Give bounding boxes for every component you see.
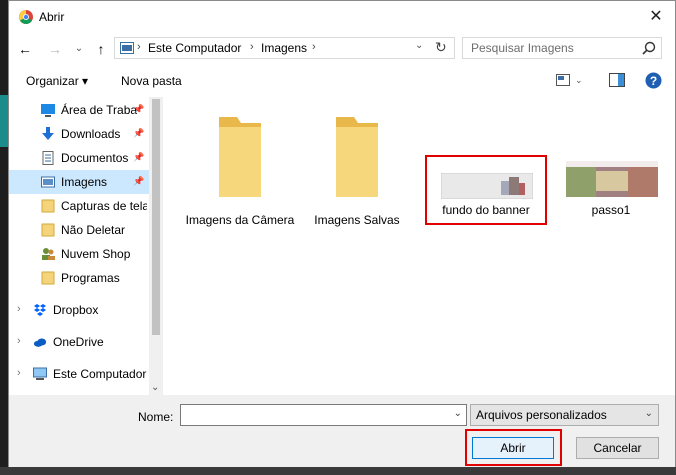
- dropbox-icon: [34, 304, 46, 316]
- preview-pane-icon[interactable]: [609, 73, 625, 87]
- pictures-location-icon: [120, 42, 134, 54]
- refresh-button[interactable]: ↻: [435, 39, 447, 56]
- recent-locations-button[interactable]: ⌄: [69, 39, 89, 59]
- pin-icon: 📌: [133, 104, 145, 114]
- pin-icon: 📌: [133, 152, 145, 162]
- sidebar-item-programas[interactable]: Programas: [9, 266, 149, 290]
- sidebar-item-label: Programas: [61, 271, 120, 285]
- sidebar-item-label: Este Computador: [53, 367, 147, 381]
- organize-menu[interactable]: Organizar ▾: [26, 74, 88, 88]
- search-placeholder: Pesquisar Imagens: [471, 41, 574, 55]
- breadcrumb-imagens[interactable]: Imagens: [261, 41, 307, 55]
- chevron-down-icon[interactable]: ⌄: [645, 408, 653, 419]
- sidebar-item-nao-deletar[interactable]: Não Deletar: [9, 218, 149, 242]
- close-button[interactable]: ✕: [643, 5, 669, 29]
- file-item-label: Imagens Salvas: [314, 213, 400, 227]
- view-dropdown-icon[interactable]: ⌄: [575, 75, 583, 86]
- computer-icon: [33, 367, 47, 380]
- dialog-title: Abrir: [39, 10, 65, 24]
- image-thumbnail: [566, 161, 658, 197]
- sidebar-item-label: Dropbox: [53, 303, 99, 317]
- background-bottom: [0, 467, 676, 475]
- address-dropdown-icon[interactable]: ⌄: [415, 40, 423, 51]
- expand-chevron-icon[interactable]: ›: [17, 367, 21, 379]
- file-item-fundo-do-banner[interactable]: fundo do banner: [431, 161, 541, 221]
- sidebar-item-label: OneDrive: [53, 335, 104, 349]
- view-options-icon[interactable]: [556, 73, 570, 87]
- sidebar-item-onedrive[interactable]: › OneDrive: [9, 330, 149, 354]
- pictures-icon: [41, 176, 55, 188]
- navigation-bar: ← → ⌄ ↑ › Este Computador › Imagens › ⌄ …: [9, 35, 675, 63]
- back-button[interactable]: ←: [15, 39, 35, 59]
- file-item-label: Imagens da Câmera: [185, 213, 295, 227]
- expand-chevron-icon[interactable]: ›: [17, 303, 21, 315]
- onedrive-icon: [33, 338, 47, 347]
- file-item-passo1[interactable]: passo1: [556, 161, 666, 221]
- filename-label: Nome:: [138, 410, 174, 424]
- up-button[interactable]: ↑: [91, 39, 111, 59]
- sidebar-item-capturas-de-tela[interactable]: Capturas de tela: [9, 194, 149, 218]
- open-file-dialog: Abrir ✕ ← → ⌄ ↑ › Este Computador › Imag…: [8, 0, 676, 467]
- cancel-button[interactable]: Cancelar: [576, 437, 659, 459]
- breadcrumb-separator: ›: [137, 41, 141, 53]
- file-item-label: fundo do banner: [442, 203, 530, 217]
- chrome-icon: [19, 10, 33, 24]
- new-folder-button[interactable]: Nova pasta: [121, 74, 182, 88]
- folder-icon: [41, 223, 55, 237]
- sidebar-item-este-computador[interactable]: › Este Computador: [9, 362, 149, 386]
- folder-icon: [41, 199, 55, 213]
- documents-icon: [42, 151, 54, 165]
- scrollbar-thumb[interactable]: [152, 99, 160, 335]
- pin-icon: 📌: [133, 128, 145, 138]
- search-icon: [642, 41, 656, 55]
- folder-icon: [219, 117, 261, 197]
- folder-icon: [336, 117, 378, 197]
- filetype-value: Arquivos personalizados: [476, 408, 607, 422]
- expand-chevron-icon[interactable]: ›: [17, 335, 21, 347]
- filename-combobox[interactable]: ⌄: [180, 404, 467, 426]
- file-item-imagens-salvas[interactable]: Imagens Salvas: [302, 107, 412, 237]
- sidebar-scrollbar[interactable]: ⌄: [149, 97, 163, 395]
- sidebar-item-label: Não Deletar: [61, 223, 126, 237]
- breadcrumb-este-computador[interactable]: Este Computador: [148, 41, 241, 55]
- file-item-imagens-da-camera[interactable]: Imagens da Câmera: [185, 107, 295, 237]
- forward-button[interactable]: →: [45, 39, 65, 59]
- file-list: Imagens da Câmera Imagens Salvas fundo d…: [165, 97, 675, 395]
- sidebar-item-label: Nuvem Shop: [61, 247, 131, 261]
- folder-icon: [41, 271, 55, 285]
- help-icon[interactable]: ?: [645, 72, 662, 89]
- sidebar-item-documentos[interactable]: Documentos 📌: [9, 146, 149, 170]
- image-thumbnail: [441, 173, 533, 199]
- chevron-down-icon[interactable]: ⌄: [454, 408, 462, 419]
- dialog-footer: Nome: ⌄ Arquivos personalizados ⌄ Abrir …: [9, 395, 675, 467]
- title-bar: Abrir ✕: [9, 1, 675, 33]
- sidebar-item-area-de-trabalho[interactable]: Área de Traba 📌: [9, 98, 149, 122]
- sidebar-item-dropbox[interactable]: › Dropbox: [9, 298, 149, 322]
- address-bar[interactable]: › Este Computador › Imagens › ⌄ ↻: [114, 37, 455, 59]
- breadcrumb-separator: ›: [250, 41, 254, 53]
- scroll-down-arrow-icon[interactable]: ⌄: [151, 382, 159, 393]
- breadcrumb-separator: ›: [312, 41, 316, 53]
- pin-icon: 📌: [133, 176, 145, 186]
- sidebar-item-imagens[interactable]: Imagens 📌: [9, 170, 149, 194]
- sidebar-item-label: Capturas de tela: [61, 199, 147, 213]
- navigation-pane: Área de Traba 📌 Downloads 📌 Documentos 📌…: [9, 97, 163, 395]
- download-icon: [42, 127, 54, 140]
- file-item-label: passo1: [591, 203, 631, 217]
- sidebar-item-nuvem-shop[interactable]: Nuvem Shop: [9, 242, 149, 266]
- search-box[interactable]: Pesquisar Imagens: [462, 37, 662, 59]
- command-bar: Organizar ▾ Nova pasta ⌄ ?: [9, 67, 675, 95]
- users-icon: [42, 248, 55, 260]
- sidebar-item-downloads[interactable]: Downloads 📌: [9, 122, 149, 146]
- open-button[interactable]: Abrir: [472, 437, 554, 459]
- svg-text:?: ?: [650, 74, 657, 88]
- desktop-icon: [41, 104, 55, 117]
- filetype-select[interactable]: Arquivos personalizados ⌄: [470, 404, 659, 426]
